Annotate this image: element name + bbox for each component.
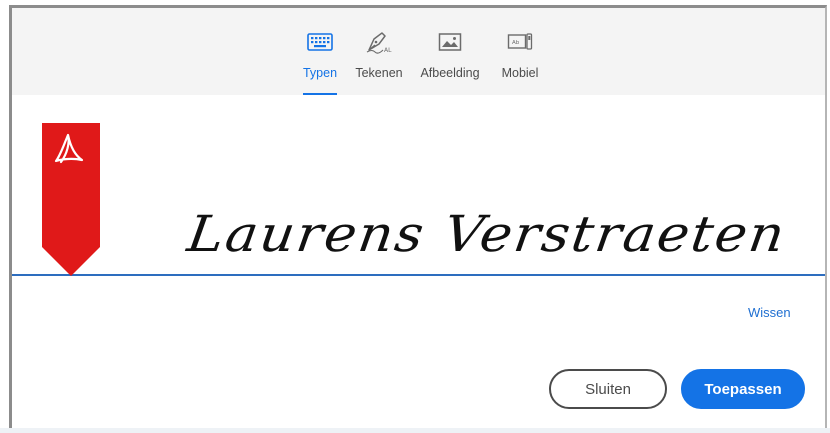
image-icon [433, 28, 467, 56]
typed-signature[interactable]: Laurens Verstraeten [184, 205, 790, 263]
tab-mobiel[interactable]: Ab Mobiel [497, 28, 543, 95]
sign-badge-shape [42, 123, 100, 276]
tab-typen[interactable]: Typen [301, 28, 339, 95]
pen-draw-icon: AL [362, 28, 396, 56]
mobile-icon: Ab [503, 28, 537, 56]
tab-label: Afbeelding [420, 66, 480, 80]
tab-tekenen[interactable]: AL Tekenen [353, 28, 405, 95]
sign-badge-label: Sign [59, 295, 80, 335]
clear-link[interactable]: Wissen [748, 305, 791, 320]
signature-dialog: Typen AL Tekenen Afbeelding Ab Mobiel Si… [9, 5, 827, 428]
svg-text:AL: AL [384, 47, 392, 54]
apply-button[interactable]: Toepassen [681, 369, 805, 409]
keyboard-icon [303, 28, 337, 56]
active-tab-indicator [303, 93, 337, 95]
signature-method-tabbar: Typen AL Tekenen Afbeelding Ab Mobiel [12, 8, 825, 95]
tab-label: Typen [302, 66, 338, 80]
close-button[interactable]: Sluiten [549, 369, 667, 409]
signature-baseline [12, 274, 825, 276]
sign-badge: Sign [42, 123, 100, 335]
background-fragment [0, 428, 830, 433]
tab-label: Tekenen [355, 66, 403, 80]
tab-label: Mobiel [501, 66, 539, 80]
tab-afbeelding[interactable]: Afbeelding [416, 28, 484, 95]
svg-text:Ab: Ab [512, 40, 520, 46]
